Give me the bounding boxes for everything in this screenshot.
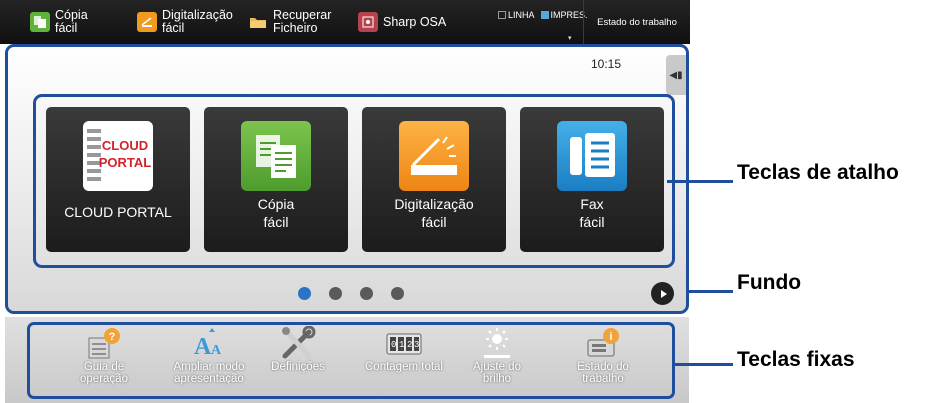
fixed-key-settings-label: Definições xyxy=(271,361,325,373)
copy-icon xyxy=(241,121,311,191)
fixed-key-total-count-label: Contagem total xyxy=(365,361,443,373)
callout-line-shortcut-keys xyxy=(667,180,733,183)
callout-shortcut-keys: Teclas de atalho xyxy=(737,161,899,184)
fixed-key-job-status-label: Estado do trabalho xyxy=(577,361,629,385)
line-status-label: LINHA xyxy=(508,10,535,20)
brightness-icon xyxy=(478,326,516,360)
print-indicator-icon xyxy=(540,11,549,19)
next-page-button[interactable] xyxy=(651,282,674,305)
topbar-easy-copy-label: Cópia fácil xyxy=(55,8,88,35)
shortcut-cloud-portal[interactable]: CLOUD PORTAL CLOUD PORTAL xyxy=(46,107,190,252)
svg-text:2: 2 xyxy=(407,340,412,350)
line-status: LINHA xyxy=(498,10,535,20)
svg-text:CLOUD: CLOUD xyxy=(102,138,148,153)
svg-text:0: 0 xyxy=(391,340,396,350)
fax-icon xyxy=(557,121,627,191)
job-status-icon: i xyxy=(584,326,622,360)
page-dot-4[interactable] xyxy=(391,287,404,300)
settings-tools-icon xyxy=(279,325,317,360)
page-dot-2[interactable] xyxy=(329,287,342,300)
topbar-retrieve-file-label: Recuperar Ficheiro xyxy=(273,8,332,35)
fixed-key-enlarge-display[interactable]: A A Ampliar modo apresentação xyxy=(159,326,259,396)
fixed-key-brightness[interactable]: Ajuste do brilho xyxy=(447,326,547,396)
page-indicator xyxy=(298,287,404,300)
shortcut-easy-fax-label: Fax fácil xyxy=(579,196,605,230)
fixed-key-operation-guide[interactable]: ? Guia de operação xyxy=(54,326,154,396)
shortcut-easy-scan[interactable]: Digitalização fácil xyxy=(362,107,506,252)
svg-text:?: ? xyxy=(109,331,116,343)
cloud-portal-icon: CLOUD PORTAL xyxy=(83,121,153,191)
line-indicator-icon xyxy=(498,11,506,19)
callout-line-background xyxy=(689,290,733,293)
svg-text:A: A xyxy=(194,334,212,360)
side-panel-tab[interactable]: ◀▮ xyxy=(666,55,686,95)
home-background: 10:15 ◀▮ CLOUD PORTAL CLOUD PORTAL Cópia… xyxy=(5,44,689,314)
callout-line-fixed-keys xyxy=(675,363,733,366)
svg-text:3: 3 xyxy=(414,340,419,350)
shortcut-keys-area: CLOUD PORTAL CLOUD PORTAL Cópia fácil Di… xyxy=(33,94,675,268)
shortcut-easy-copy-label: Cópia fácil xyxy=(257,196,295,230)
svg-text:A: A xyxy=(211,343,222,358)
fixed-key-enlarge-display-label: Ampliar modo apresentação xyxy=(173,361,245,385)
callout-background: Fundo xyxy=(737,271,802,294)
scan-icon xyxy=(137,12,157,32)
page-dot-3[interactable] xyxy=(360,287,373,300)
shortcut-easy-scan-label: Digitalização fácil xyxy=(394,196,474,230)
fixed-key-total-count[interactable]: 0123 Contagem total xyxy=(354,326,454,396)
shortcut-cloud-portal-label: CLOUD PORTAL xyxy=(64,204,172,220)
copy-icon xyxy=(30,12,50,32)
status-dropdown-icon[interactable]: ▾ xyxy=(568,34,572,42)
svg-text:i: i xyxy=(609,331,612,343)
topbar-easy-scan[interactable]: Digitalização fácil xyxy=(137,0,233,44)
clock: 10:15 xyxy=(591,57,622,71)
fixed-key-brightness-label: Ajuste do brilho xyxy=(473,361,521,385)
play-arrow-icon xyxy=(660,289,667,298)
page-dot-1[interactable] xyxy=(298,287,311,300)
fixed-key-operation-guide-label: Guia de operação xyxy=(80,361,128,385)
folder-icon xyxy=(248,12,268,32)
status-indicators: LINHA IMPRES. xyxy=(498,10,588,20)
svg-text:PORTAL: PORTAL xyxy=(99,155,152,170)
fixed-key-job-status[interactable]: i Estado do trabalho xyxy=(553,326,653,396)
topbar-sharp-osa[interactable]: Sharp OSA xyxy=(358,0,446,44)
callout-fixed-keys: Teclas fixas xyxy=(737,348,855,371)
topbar-retrieve-file[interactable]: Recuperar Ficheiro xyxy=(248,0,331,44)
print-status: IMPRES. xyxy=(540,10,588,20)
scan-icon xyxy=(399,121,469,191)
topbar-easy-copy[interactable]: Cópia fácil xyxy=(30,0,88,44)
topbar-easy-scan-label: Digitalização fácil xyxy=(162,8,233,35)
svg-text:1: 1 xyxy=(399,340,404,350)
fixed-key-settings[interactable]: Definições xyxy=(248,325,348,396)
print-status-label: IMPRES. xyxy=(550,10,588,20)
topbar-sharp-osa-label: Sharp OSA xyxy=(383,14,447,29)
job-status-button[interactable]: Estado do trabalho xyxy=(583,0,690,44)
shortcut-easy-copy[interactable]: Cópia fácil xyxy=(204,107,348,252)
shortcut-easy-fax[interactable]: Fax fácil xyxy=(520,107,664,252)
zoom-text-icon: A A xyxy=(190,326,228,360)
top-bar: Cópia fácil Digitalização fácil Recupera… xyxy=(0,0,690,44)
help-guide-icon: ? xyxy=(85,326,123,360)
osa-icon xyxy=(358,12,378,32)
counter-icon: 0123 xyxy=(385,326,423,360)
